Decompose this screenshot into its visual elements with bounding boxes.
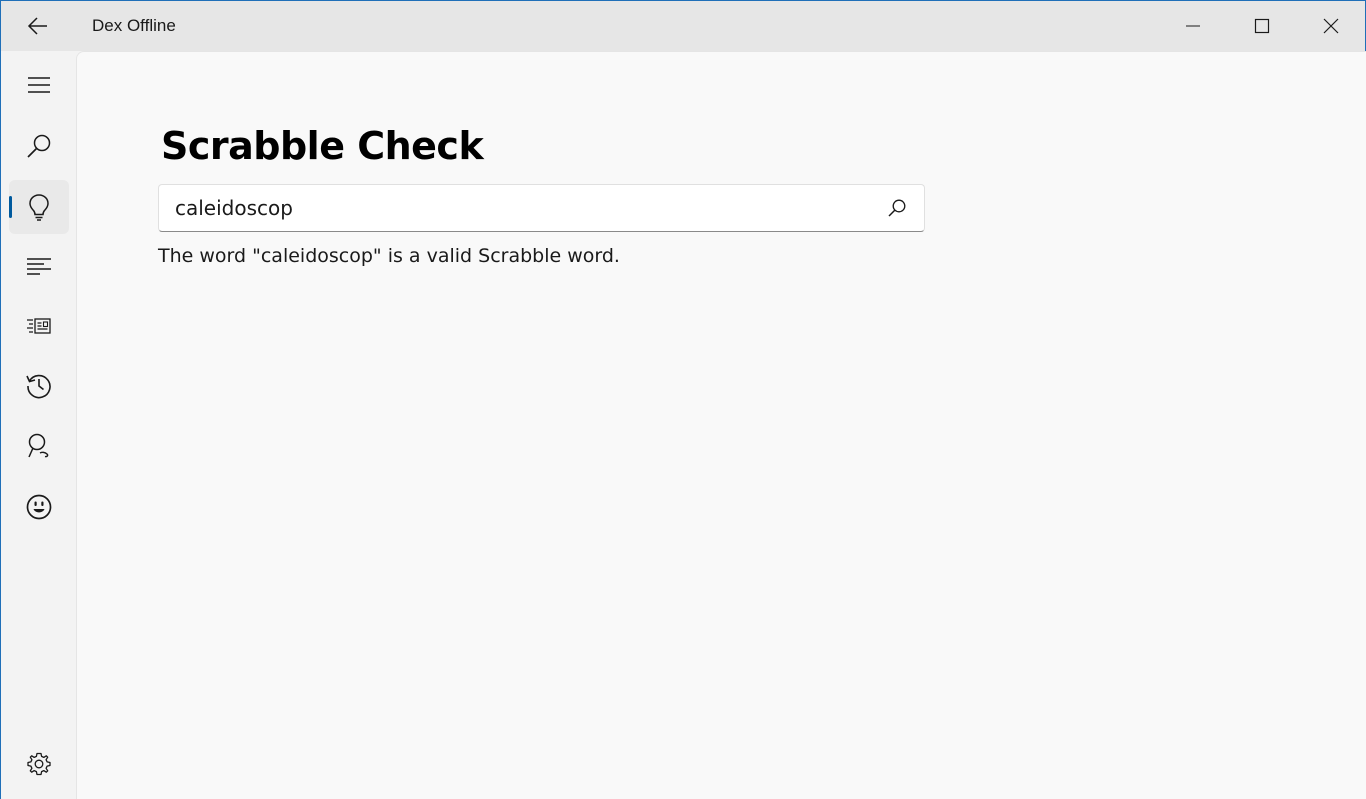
back-arrow-icon [27, 16, 49, 36]
nav-item-articles[interactable] [9, 299, 69, 353]
nav-item-scrabble-check[interactable] [9, 180, 69, 234]
news-list-icon [27, 318, 51, 334]
word-search-box [158, 184, 925, 232]
window-controls [1158, 1, 1365, 51]
close-button[interactable] [1296, 1, 1365, 51]
minimize-button[interactable] [1158, 1, 1227, 51]
nav-item-definitions[interactable] [9, 239, 69, 293]
close-icon [1323, 18, 1339, 34]
smiley-icon [25, 493, 53, 521]
minimize-icon [1185, 18, 1201, 34]
main-content: Scrabble Check The word "caleidoscop" is… [76, 51, 1366, 799]
search-submit-button[interactable] [870, 185, 924, 231]
app-window: Dex Offline Scrabble Check caleidoscop T… [0, 0, 1366, 799]
lightbulb-icon [28, 193, 50, 221]
title-bar: Dex Offline [1, 1, 1365, 51]
nav-item-search[interactable] [9, 119, 69, 173]
back-button[interactable] [1, 1, 75, 51]
nav-item-nearby[interactable] [9, 419, 69, 473]
nav-item-fun[interactable] [9, 480, 69, 534]
text-lines-icon [27, 257, 51, 275]
maximize-button[interactable] [1227, 1, 1296, 51]
gear-icon [27, 752, 51, 776]
search-icon [887, 198, 907, 218]
hamburger-menu-icon [28, 76, 50, 94]
app-title: Dex Offline [92, 16, 176, 35]
location-pin-icon [27, 433, 51, 459]
page-title: Scrabble Check [161, 124, 484, 168]
selection-indicator [9, 196, 12, 218]
word-search-input[interactable] [159, 185, 870, 231]
validation-result: The word "caleidoscop" is a valid Scrabb… [158, 245, 620, 267]
nav-menu-toggle[interactable] [9, 58, 69, 112]
nav-item-history[interactable] [9, 359, 69, 413]
search-icon [26, 133, 52, 159]
nav-item-settings[interactable] [9, 737, 69, 791]
maximize-icon [1254, 18, 1270, 34]
history-icon [25, 372, 53, 400]
navigation-rail [1, 51, 76, 799]
